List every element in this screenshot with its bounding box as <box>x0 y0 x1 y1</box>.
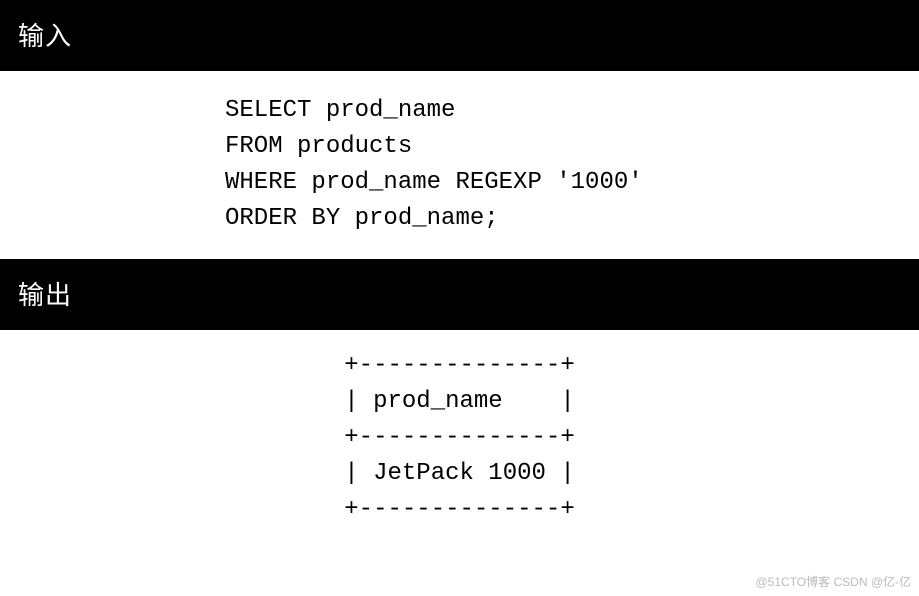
sql-code-block: SELECT prod_name FROM products WHERE pro… <box>0 71 919 259</box>
ascii-border-bot: +--------------+ <box>344 496 574 523</box>
output-header-label: 输出 <box>18 280 72 310</box>
input-header: 输入 <box>0 0 919 71</box>
sql-output-block: +--------------+ | prod_name | +--------… <box>0 330 919 528</box>
ascii-border-mid: +--------------+ <box>344 424 574 451</box>
ascii-header-row: | prod_name | <box>344 388 574 415</box>
ascii-data-row: | JetPack 1000 | <box>344 460 574 487</box>
output-header: 输出 <box>0 259 919 330</box>
output-table: +--------------+ | prod_name | +--------… <box>344 348 574 528</box>
code-line-4: ORDER BY prod_name; <box>225 205 499 232</box>
ascii-border-top: +--------------+ <box>344 352 574 379</box>
code-line-1: SELECT prod_name <box>225 97 455 124</box>
watermark-text: @51CTO博客 CSDN @亿-亿 <box>756 573 912 590</box>
code-line-3: WHERE prod_name REGEXP '1000' <box>225 169 643 196</box>
code-line-2: FROM products <box>225 133 412 160</box>
input-header-label: 输入 <box>18 21 72 51</box>
